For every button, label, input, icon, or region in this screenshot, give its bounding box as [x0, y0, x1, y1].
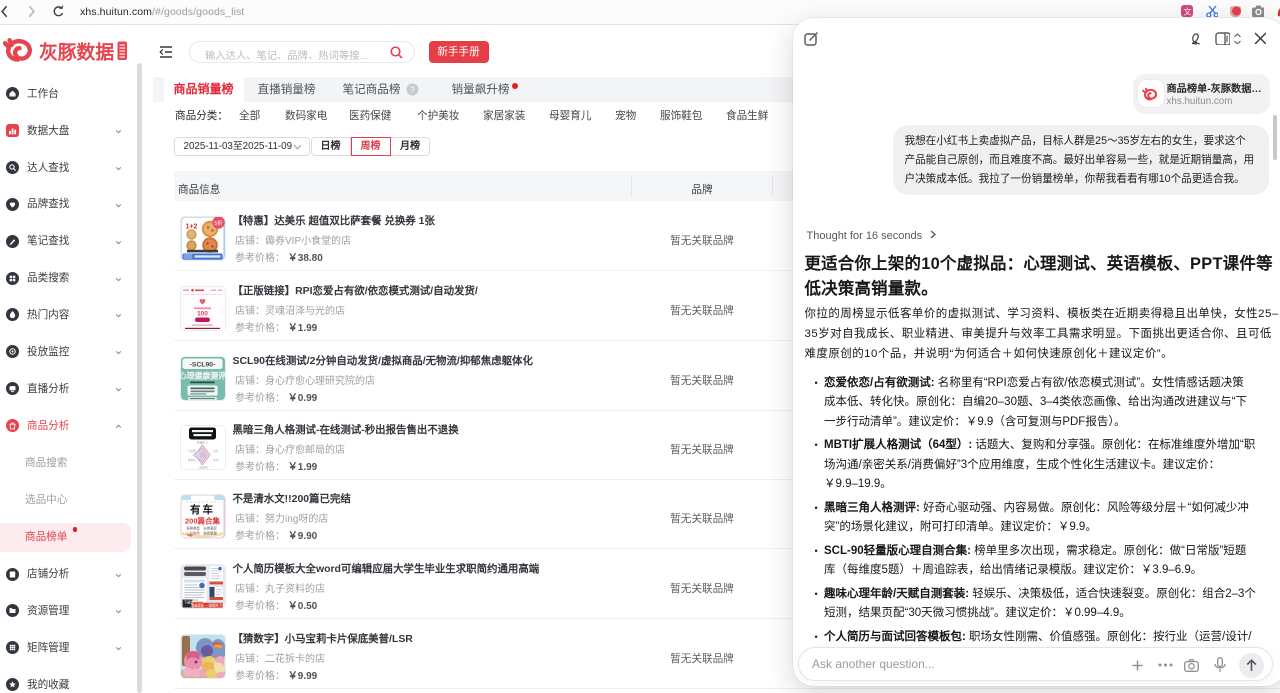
- svg-text:自恋: 自恋: [213, 449, 219, 453]
- svg-text:-SCL90-: -SCL90-: [190, 361, 216, 368]
- svg-text:100: 100: [197, 310, 208, 317]
- svg-text:文: 文: [1184, 7, 1192, 17]
- svg-text:分类满足: 分类满足: [203, 525, 217, 530]
- svg-text:?: ?: [410, 84, 415, 94]
- svg-text:200篇合集: 200篇合集: [185, 515, 221, 525]
- svg-text:海量模板 一键替换下载: 海量模板 一键替换下载: [191, 602, 225, 607]
- svg-text:独家整理: 独家整理: [203, 530, 217, 535]
- svg-text:马基雅: 马基雅: [188, 449, 196, 453]
- svg-text:灰豚数据: 灰豚数据: [39, 41, 114, 63]
- svg-text:人际剥削: 人际剥削: [197, 465, 208, 469]
- svg-text:心动剧情: 心动剧情: [186, 530, 200, 535]
- svg-text:完美主义: 完美主义: [197, 440, 208, 444]
- svg-text:精神病: 精神病: [188, 458, 196, 462]
- svg-text:冲动: 冲动: [213, 458, 219, 462]
- svg-text:心理健康测评: 心理健康测评: [180, 370, 225, 380]
- svg-text:5折: 5折: [214, 219, 223, 227]
- svg-text:多种类型: 多种类型: [186, 525, 200, 530]
- svg-text:有车: 有车: [190, 503, 215, 516]
